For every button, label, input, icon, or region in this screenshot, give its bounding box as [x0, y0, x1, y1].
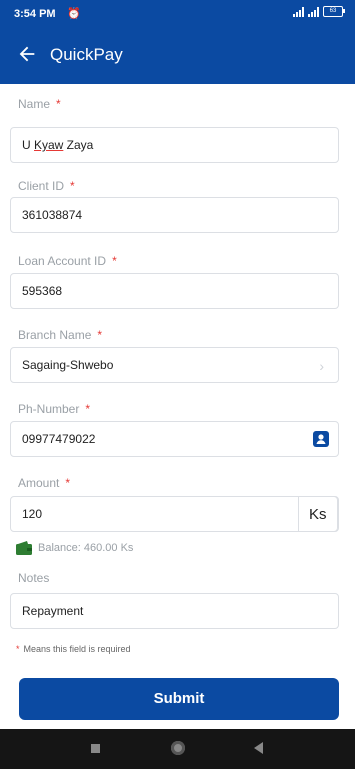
required-note: * Means this field is required	[16, 644, 131, 654]
status-bar: 3:54 PM ⏰ 63	[0, 0, 355, 28]
client-id-label: Client ID *	[18, 179, 75, 193]
amount-label: Amount *	[18, 476, 71, 490]
app-bar: QuickPay	[0, 28, 355, 84]
amount-field[interactable]: 120 Ks	[10, 496, 339, 532]
chevron-right-icon: ›	[319, 358, 324, 374]
submit-button[interactable]: Submit	[19, 678, 339, 720]
client-id-value: 361038874	[22, 208, 83, 222]
contact-book-icon[interactable]	[312, 430, 330, 448]
alarm-clock-icon: ⏰	[67, 8, 81, 20]
balance-row: Balance: 460.00 Ks	[16, 540, 133, 556]
phone-field[interactable]: 09977479022	[10, 421, 339, 457]
misspelled-word: Kyaw	[34, 138, 64, 152]
signal-icon-2	[308, 6, 319, 17]
recent-apps-icon[interactable]	[91, 744, 100, 753]
page-title: QuickPay	[50, 45, 123, 64]
name-field[interactable]: U Kyaw Zaya	[10, 127, 339, 163]
balance-text: Balance: 460.00 Ks	[38, 542, 134, 554]
amount-value: 120	[22, 507, 43, 521]
system-nav-bar	[0, 729, 355, 769]
arrow-left-icon[interactable]	[16, 43, 38, 65]
notes-field[interactable]: Repayment	[10, 593, 339, 629]
wallet-icon	[16, 541, 32, 555]
nav-back-icon[interactable]	[254, 742, 263, 754]
home-icon[interactable]	[171, 741, 185, 755]
loan-account-id-value: 595368	[22, 284, 63, 298]
branch-name-select[interactable]: Sagaing-Shwebo ›	[10, 347, 339, 383]
phone-label: Ph-Number *	[18, 402, 91, 416]
name-value: U Kyaw Zaya	[22, 138, 94, 152]
notes-value: Repayment	[22, 604, 84, 618]
battery-icon: 63	[323, 6, 345, 17]
loan-account-id-label: Loan Account ID *	[18, 254, 117, 268]
status-indicators: 63	[293, 6, 345, 17]
currency-label: Ks	[309, 506, 327, 523]
client-id-field[interactable]: 361038874	[10, 197, 339, 233]
currency-box: Ks	[298, 496, 338, 532]
signal-icon	[293, 6, 304, 17]
phone-value: 09977479022	[22, 432, 96, 446]
notes-label: Notes	[18, 571, 50, 585]
name-label: Name *	[18, 97, 61, 111]
branch-name-label: Branch Name *	[18, 328, 103, 342]
branch-name-value: Sagaing-Shwebo	[22, 358, 114, 372]
loan-account-id-field[interactable]: 595368	[10, 273, 339, 309]
status-time: 3:54 PM	[14, 8, 56, 20]
